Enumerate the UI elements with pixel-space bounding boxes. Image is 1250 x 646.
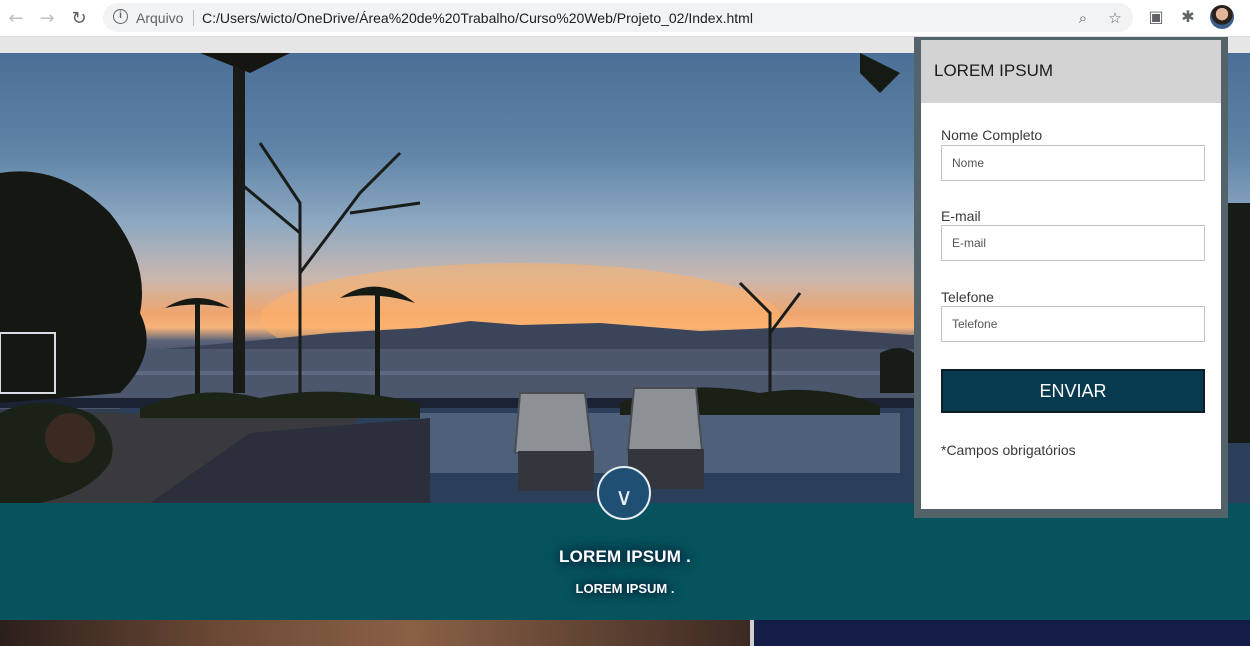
bottom-left-image xyxy=(0,620,750,646)
band-title: LOREM IPSUM . xyxy=(559,547,691,566)
bottom-right-panel xyxy=(754,620,1250,646)
avatar[interactable] xyxy=(1210,5,1234,29)
band-subtitle: LOREM IPSUM . xyxy=(575,581,675,596)
form-header: LOREM IPSUM xyxy=(921,40,1221,103)
email-label: E-mail xyxy=(941,208,981,224)
cast-icon[interactable]: ▣ xyxy=(1145,6,1167,28)
star-icon[interactable]: ☆ xyxy=(1105,8,1125,28)
back-arrow-icon[interactable]: ← xyxy=(4,6,28,30)
phone-label: Telefone xyxy=(941,289,994,305)
address-scheme-label: Arquivo xyxy=(136,10,184,26)
extensions-icon[interactable]: ✱ xyxy=(1177,6,1199,28)
contact-form: LOREM IPSUM Nome Completo E-mail Telefon… xyxy=(921,40,1221,509)
zoom-icon[interactable]: ⌕ xyxy=(1073,8,1093,28)
address-bar[interactable]: i Arquivo C:/Users/wicto/OneDrive/Área%2… xyxy=(103,3,1133,32)
address-url[interactable]: C:/Users/wicto/OneDrive/Área%20de%20Trab… xyxy=(202,10,753,26)
info-icon[interactable]: i xyxy=(113,9,128,24)
forward-arrow-icon[interactable]: → xyxy=(35,6,59,30)
submit-button[interactable]: ENVIAR xyxy=(941,369,1205,413)
chevron-down-icon: ∨ xyxy=(615,483,633,511)
required-fields-note: *Campos obrigatórios xyxy=(941,442,1076,458)
name-field[interactable] xyxy=(941,145,1205,181)
form-title: LOREM IPSUM xyxy=(934,61,1054,80)
name-label: Nome Completo xyxy=(941,127,1043,143)
email-field[interactable] xyxy=(941,225,1205,261)
reload-icon[interactable]: ↻ xyxy=(67,6,91,30)
phone-field[interactable] xyxy=(941,306,1205,342)
browser-toolbar: ← → ↻ i Arquivo C:/Users/wicto/OneDrive/… xyxy=(0,0,1250,37)
address-divider xyxy=(193,10,194,26)
scroll-down-button[interactable]: ∨ xyxy=(597,466,651,520)
